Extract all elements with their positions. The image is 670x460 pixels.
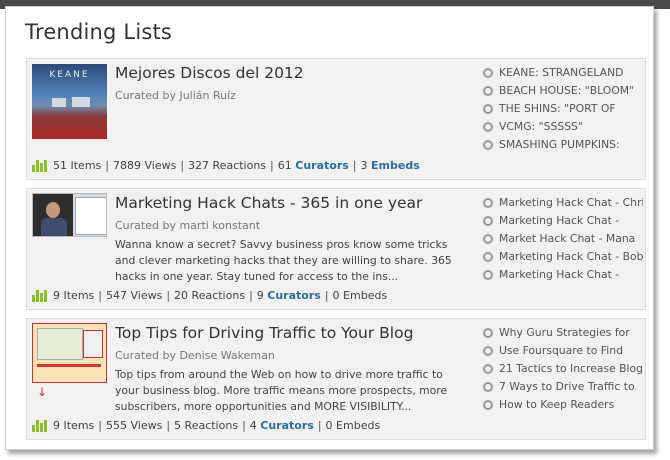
red-stripe (37, 364, 101, 367)
embeds-count: 0 (332, 289, 340, 302)
card-stats: 51 Items | 7889 Views | 327 Reactions | 61 … (32, 159, 420, 172)
reactions-count: 5 Reactions (174, 419, 239, 432)
list-item[interactable]: Use Foursquare to Find (483, 342, 643, 360)
stats-bars-icon (32, 159, 48, 172)
card-title[interactable]: Mejores Discos del 2012 (115, 64, 304, 82)
list-item[interactable]: Marketing Hack Chat - (483, 212, 643, 230)
items-count: 9 Items (53, 419, 95, 432)
views-count: 547 Views (106, 289, 163, 302)
list-card[interactable]: ↓ Top Tips for Driving Traffic to Your B… (26, 318, 646, 440)
views-count: 555 Views (106, 419, 163, 432)
items-count: 51 Items (53, 159, 102, 172)
curators-link[interactable]: Curators (295, 159, 349, 172)
bullet-ring-icon (483, 234, 493, 244)
bullet-ring-icon (483, 122, 493, 132)
items-count: 9 Items (53, 289, 95, 302)
bullet-ring-icon (483, 382, 493, 392)
card-description: Wanna know a secret? Savvy business pros… (115, 238, 452, 283)
bullet-ring-icon (483, 364, 493, 374)
card-item-list: KEANE: STRANGELAND BEACH HOUSE: "BLOOM" … (483, 64, 643, 154)
stats-bars-icon (32, 289, 48, 302)
album-cover-thumbnail[interactable]: KEANE (32, 64, 107, 139)
building-shape (72, 97, 90, 107)
list-item[interactable]: Why Guru Strategies for (483, 324, 643, 342)
stats-bars-icon (32, 419, 48, 432)
bullet-ring-icon (483, 198, 493, 208)
embeds-link[interactable]: Embeds (371, 159, 420, 172)
video-thumbnail[interactable] (32, 193, 107, 237)
chart-area (83, 330, 103, 358)
reactions-count: 327 Reactions (188, 159, 267, 172)
curator-line[interactable]: Curated by marti konstant (115, 219, 260, 232)
bullet-ring-icon (483, 400, 493, 410)
embeds-link[interactable]: Embeds (336, 419, 380, 432)
card-item-list: Why Guru Strategies for Use Foursquare t… (483, 324, 643, 414)
list-item[interactable]: Marketing Hack Chat - (483, 266, 643, 284)
list-item[interactable]: 21 Tactics to Increase Blog (483, 360, 643, 378)
card-item-list: Marketing Hack Chat - Chris Marketing Ha… (483, 194, 643, 284)
infographic-thumbnail[interactable] (32, 323, 107, 383)
map-area (37, 328, 83, 360)
bullet-ring-icon (483, 104, 493, 114)
embeds-count: 3 (360, 159, 368, 172)
list-card[interactable]: Marketing Hack Chats - 365 in one year C… (26, 188, 646, 310)
list-item[interactable]: KEANE: STRANGELAND (483, 64, 643, 82)
person-head (46, 202, 60, 218)
curator-line[interactable]: Curated by Denise Wakeman (115, 349, 275, 362)
bullet-ring-icon (483, 140, 493, 150)
list-item[interactable]: Marketing Hack Chat - Bob (483, 248, 643, 266)
curators-count: 4 (249, 419, 257, 432)
bullet-ring-icon (483, 270, 493, 280)
card-title[interactable]: Marketing Hack Chats - 365 in one year (115, 194, 422, 212)
list-item[interactable]: BEACH HOUSE: "BLOOM" (483, 82, 643, 100)
section-heading: Trending Lists (25, 20, 173, 44)
curators-count: 61 (277, 159, 292, 172)
list-item[interactable]: Marketing Hack Chat - Chris (483, 194, 643, 212)
bullet-ring-icon (483, 252, 493, 262)
list-card[interactable]: KEANE Mejores Discos del 2012 Curated by… (26, 58, 646, 180)
list-item[interactable]: How to Keep Readers (483, 396, 643, 414)
down-arrow-icon: ↓ (37, 385, 48, 399)
reactions-count: 20 Reactions (174, 289, 246, 302)
embeds-count: 0 (325, 419, 333, 432)
curators-link[interactable]: Curators (267, 289, 321, 302)
card-stats: 9 Items | 555 Views | 5 Reactions | 4 Curat… (32, 419, 380, 432)
thumbnail-caption: KEANE (49, 70, 90, 80)
card-title[interactable]: Top Tips for Driving Traffic to Your Blo… (115, 324, 413, 342)
bullet-ring-icon (483, 216, 493, 226)
card-stats: 9 Items | 547 Views | 20 Reactions | 9 Cura… (32, 289, 387, 302)
list-item[interactable]: Market Hack Chat - Mana (483, 230, 643, 248)
curator-line[interactable]: Curated by Julián Ruíz (115, 89, 236, 102)
list-item[interactable]: 7 Ways to Drive Traffic to (483, 378, 643, 396)
building-shape (52, 98, 66, 107)
list-item[interactable]: VCMG: "SSSSS" (483, 118, 643, 136)
bullet-ring-icon (483, 346, 493, 356)
card-description: Top tips from around the Web on how to d… (115, 368, 448, 413)
curators-link[interactable]: Curators (260, 419, 314, 432)
bullet-ring-icon (483, 86, 493, 96)
bullet-ring-icon (483, 328, 493, 338)
curators-count: 9 (256, 289, 264, 302)
list-item[interactable]: THE SHINS: "PORT OF (483, 100, 643, 118)
views-count: 7889 Views (112, 159, 177, 172)
slide-panel (75, 197, 106, 235)
bullet-ring-icon (483, 68, 493, 78)
trending-lists-panel: Trending Lists KEANE Mejores Discos del … (5, 6, 654, 450)
list-item[interactable]: SMASHING PUMPKINS: (483, 136, 643, 154)
embeds-link[interactable]: Embeds (343, 289, 387, 302)
person-body (41, 218, 67, 236)
